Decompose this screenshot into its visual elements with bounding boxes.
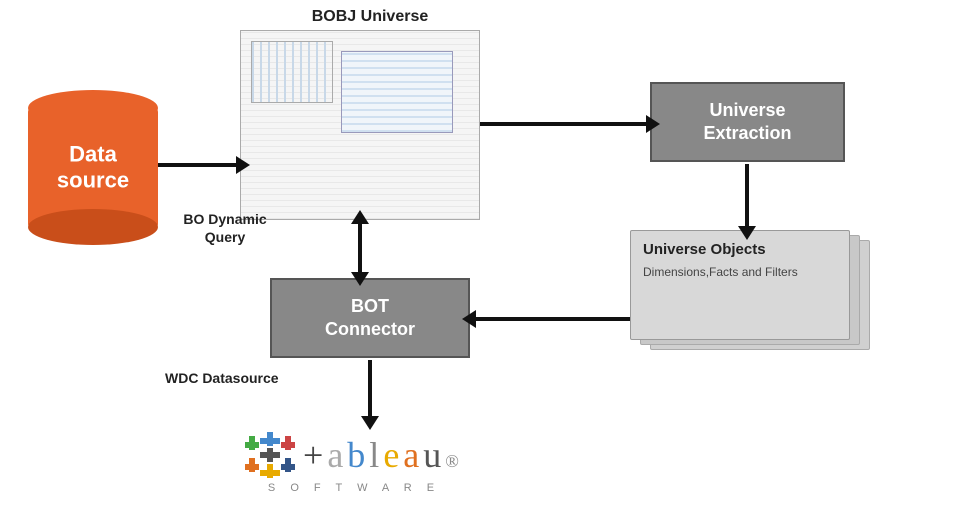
bobj-universe-label: BOBJ Universe (255, 8, 485, 26)
bot-connector-box: BOT Connector (270, 278, 470, 358)
universe-objects-stack: Universe Objects Dimensions,Facts and Fi… (630, 230, 870, 360)
data-source: Data source (28, 90, 158, 245)
bot-connector-label: BOT Connector (325, 295, 415, 342)
universe-objects-description: Dimensions,Facts and Filters (643, 264, 837, 281)
arrow-datasource-to-bobj (158, 163, 240, 167)
bobj-universe-box (240, 30, 480, 220)
tableau-logo: +ableau® S O F T W A R E (245, 430, 463, 494)
universe-objects-title: Universe Objects (643, 241, 837, 258)
arrow-bot-to-tableau (368, 360, 372, 420)
arrow-objects-to-bot (472, 317, 630, 321)
universe-objects-box: Universe Objects Dimensions,Facts and Fi… (630, 230, 850, 340)
universe-extraction-label: Universe Extraction (703, 99, 791, 146)
tableau-logo-row: +ableau® (245, 430, 463, 480)
tableau-wordmark: +ableau® (303, 434, 463, 476)
cylinder-bottom (28, 209, 158, 245)
arrow-bot-to-bobj (358, 220, 362, 276)
tableau-cross-icon (245, 430, 295, 480)
wdc-datasource-label: WDC Datasource (165, 370, 279, 386)
arrow-bobj-to-extraction (480, 122, 650, 126)
universe-extraction-box: Universe Extraction (650, 82, 845, 162)
datasource-label: Data source (57, 141, 129, 194)
bo-dynamic-query-label: BO DynamicQuery (165, 210, 285, 246)
bobj-universe-screenshot (241, 31, 479, 219)
tableau-software-label: S O F T W A R E (268, 482, 440, 494)
arrow-extraction-to-objects (745, 164, 749, 230)
diagram-container: Data source BOBJ Universe Universe Extra… (0, 0, 975, 529)
